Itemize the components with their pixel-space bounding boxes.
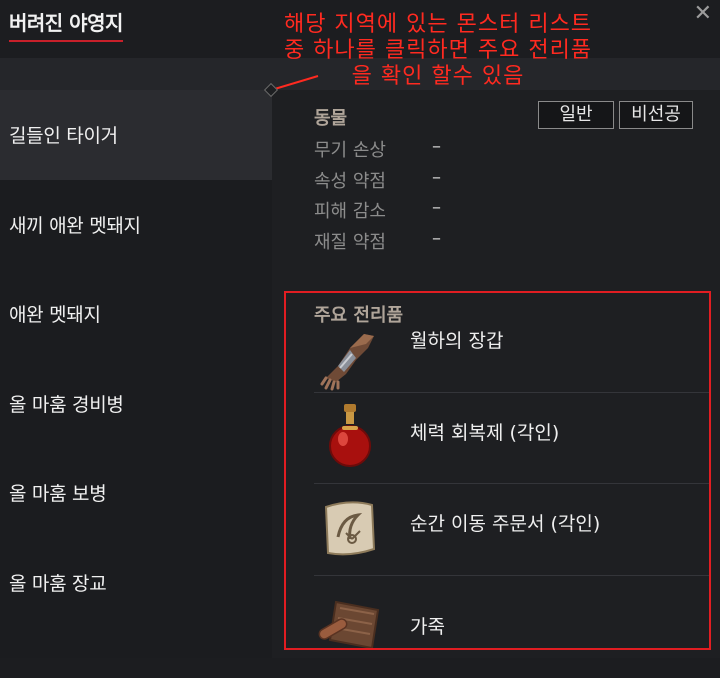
loot-item[interactable]: 체력 회복제 (각인): [314, 402, 710, 492]
stat-value: –: [432, 197, 441, 218]
loot-section-title: 주요 전리품: [314, 305, 404, 326]
annotation-line-2: 중 하나를 클릭하면 주요 전리품: [283, 38, 593, 63]
monster-item-olmahum-guard[interactable]: 올 마훔 경비병: [0, 359, 272, 449]
monster-label: 올 마훔 경비병: [9, 393, 124, 416]
stat-label: 재질 약점: [314, 232, 386, 253]
loot-name: 월하의 장갑: [410, 330, 504, 352]
teleport-scroll-icon: [324, 501, 376, 556]
loot-item[interactable]: 순간 이동 주문서 (각인): [314, 495, 710, 585]
red-potion-icon: [329, 404, 371, 467]
monster-item-pet-boar[interactable]: 애완 멧돼지: [0, 269, 272, 359]
stat-value: –: [432, 167, 441, 188]
loot-name: 순간 이동 주문서 (각인): [410, 513, 601, 535]
normal-button[interactable]: 일반: [538, 101, 614, 129]
loot-name: 가죽: [410, 616, 445, 638]
stat-label: 속성 약점: [314, 171, 386, 192]
monster-label: 길들인 타이거: [9, 125, 118, 148]
loot-name: 체력 회복제 (각인): [410, 422, 560, 444]
close-icon[interactable]: ✕: [694, 3, 712, 25]
stat-label: 무기 손상: [314, 140, 386, 161]
leather-icon: [318, 600, 380, 650]
stat-value: –: [432, 228, 441, 249]
annotation-line-1: 해당 지역에 있는 몬스터 리스트: [283, 12, 593, 37]
monster-list: 길들인 타이거 새끼 애완 멧돼지 애완 멧돼지 올 마훔 경비병 올 마훔 보…: [0, 90, 272, 658]
monster-label: 애완 멧돼지: [9, 304, 101, 327]
loot-divider: [314, 575, 710, 576]
monster-item-tamed-tiger[interactable]: 길들인 타이거: [0, 90, 272, 180]
loot-divider: [314, 392, 710, 393]
stat-value: –: [432, 136, 441, 157]
loot-item[interactable]: 가죽: [314, 588, 710, 678]
annotation-text: 해당 지역에 있는 몬스터 리스트 중 하나를 클릭하면 주요 전리품 을 확인…: [228, 12, 648, 90]
gauntlet-icon: [320, 334, 374, 391]
monster-label: 새끼 애완 멧돼지: [9, 214, 141, 237]
stat-row-weapon-damage: 무기 손상 –: [314, 136, 441, 162]
monster-item-olmahum-officer[interactable]: 올 마훔 장교: [0, 538, 272, 628]
monster-item-olmahum-infantry[interactable]: 올 마훔 보병: [0, 448, 272, 538]
annotation-line-3: 을 확인 할수 있음: [351, 64, 525, 89]
monster-item-baby-pet-boar[interactable]: 새끼 애완 멧돼지: [0, 180, 272, 270]
stat-row-damage-reduction: 피해 감소 –: [314, 197, 441, 223]
non-aggressive-button[interactable]: 비선공: [619, 101, 693, 129]
stat-row-material-weakness: 재질 약점 –: [314, 228, 441, 254]
stat-label: 피해 감소: [314, 201, 386, 222]
monster-detail-panel: 동물 일반 비선공 무기 손상 – 속성 약점 – 피해 감소 – 재질 약점 …: [272, 90, 720, 658]
monster-category: 동물: [314, 108, 348, 129]
monster-label: 올 마훔 보병: [9, 483, 107, 506]
loot-divider: [314, 483, 710, 484]
monster-label: 올 마훔 장교: [9, 572, 107, 595]
stat-row-element-weakness: 속성 약점 –: [314, 167, 441, 193]
zone-title: 버려진 야영지: [9, 7, 123, 42]
